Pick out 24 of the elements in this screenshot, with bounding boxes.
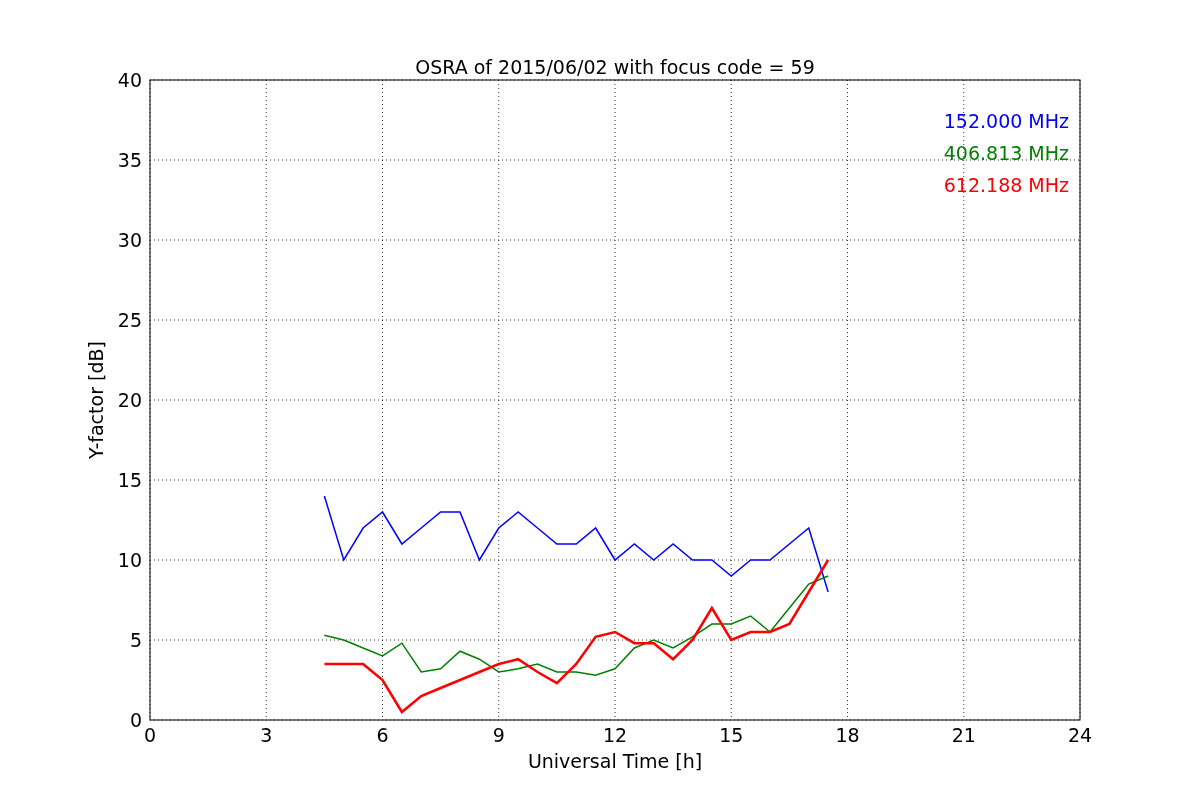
x-tick-label: 3 [260,724,273,746]
y-tick-label: 30 [117,229,142,251]
y-axis-label: Y-factor [dB] [85,341,107,459]
legend-label: 612.188 MHz [943,174,1069,196]
legend-label: 152.000 MHz [943,110,1069,132]
y-tick-label: 25 [117,309,142,331]
y-tick-label: 15 [117,469,142,491]
y-tick-label: 0 [129,709,142,731]
y-tick-label: 20 [117,389,142,411]
y-tick-label: 35 [117,149,142,171]
x-tick-label: 24 [1067,724,1093,746]
x-tick-label: 15 [719,724,744,746]
x-tick-label: 21 [951,724,976,746]
x-tick-label: 12 [602,724,628,746]
x-tick-label: 9 [492,724,505,746]
x-tick-label: 6 [376,724,389,746]
legend-label: 406.813 MHz [943,142,1069,164]
x-tick-label: 0 [143,724,157,746]
y-tick-label: 5 [129,629,142,651]
chart-title: OSRA of 2015/06/02 with focus code = 59 [415,56,815,78]
y-tick-label: 40 [117,69,142,91]
x-tick-label: 18 [835,724,860,746]
y-tick-label: 10 [117,549,142,571]
x-axis-label: Universal Time [h] [527,750,703,772]
